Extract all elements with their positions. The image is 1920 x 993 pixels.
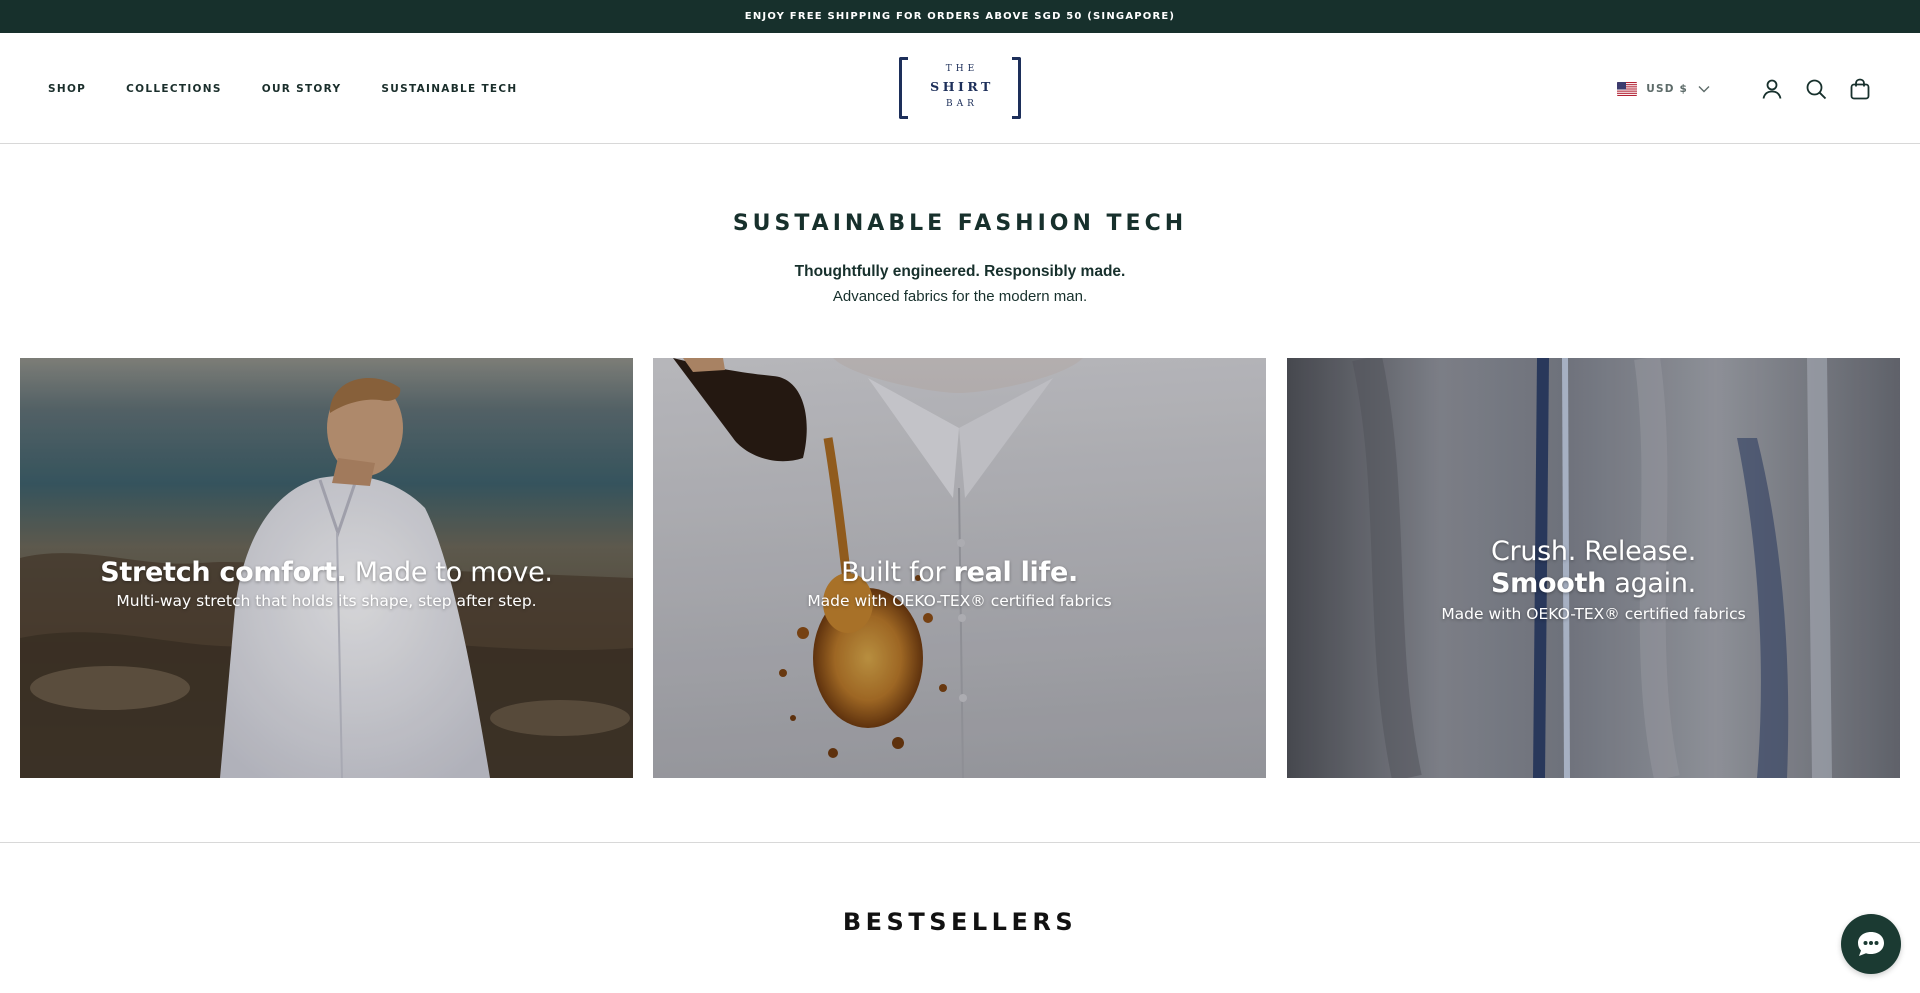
headline-regular: Made to move. bbox=[346, 557, 553, 588]
main-nav: SHOP COLLECTIONS OUR STORY SUSTAINABLE T… bbox=[48, 33, 558, 144]
header-actions: USD $ bbox=[1617, 33, 1872, 144]
logo-line-2: SHIRT bbox=[930, 79, 994, 94]
headline-regular: again. bbox=[1606, 568, 1696, 599]
card-headline: Stretch comfort. Made to move. bbox=[20, 557, 633, 589]
card-caption: Built for real life. Made with OEKO-TEX®… bbox=[653, 557, 1266, 611]
nav-item-shop[interactable]: SHOP bbox=[48, 83, 86, 95]
card-subtext: Multi-way stretch that holds its shape, … bbox=[116, 592, 537, 610]
headline-bold: Smooth bbox=[1491, 568, 1607, 599]
card-subtext: Made with OEKO-TEX® certified fabrics bbox=[1441, 605, 1746, 623]
card-caption: Stretch comfort. Made to move. Multi-way… bbox=[20, 557, 633, 611]
card-headline-line-2: Smooth again. bbox=[1287, 568, 1900, 600]
section-divider bbox=[0, 842, 1920, 843]
feature-card-smooth-again[interactable]: Crush. Release. Smooth again. Made with … bbox=[1287, 358, 1900, 778]
chat-bubble-icon[interactable] bbox=[1841, 914, 1901, 974]
brand-logo[interactable]: THE SHIRT BAR bbox=[899, 57, 1021, 119]
headline-bold: real life. bbox=[953, 557, 1079, 588]
nav-item-collections[interactable]: COLLECTIONS bbox=[126, 83, 222, 95]
feature-card-real-life[interactable]: Built for real life. Made with OEKO-TEX®… bbox=[653, 358, 1266, 778]
page-title: SUSTAINABLE FASHION TECH bbox=[732, 211, 1188, 236]
account-icon[interactable] bbox=[1760, 77, 1784, 101]
site-header: SHOP COLLECTIONS OUR STORY SUSTAINABLE T… bbox=[0, 33, 1920, 144]
chevron-down-icon bbox=[1698, 85, 1710, 92]
announcement-bar: ENJOY FREE SHIPPING FOR ORDERS ABOVE SGD… bbox=[0, 0, 1920, 33]
headline-bold: Stretch comfort. bbox=[100, 557, 347, 588]
card-headline: Built for real life. bbox=[653, 557, 1266, 589]
announcement-text: ENJOY FREE SHIPPING FOR ORDERS ABOVE SGD… bbox=[744, 11, 1176, 22]
nav-item-our-story[interactable]: OUR STORY bbox=[262, 83, 342, 95]
bestsellers-title: BESTSELLERS bbox=[842, 908, 1078, 936]
search-icon[interactable] bbox=[1804, 77, 1828, 101]
card-headline-line-1: Crush. Release. bbox=[1491, 536, 1696, 567]
card-subtext: Made with OEKO-TEX® certified fabrics bbox=[807, 592, 1112, 610]
card-caption: Crush. Release. Smooth again. Made with … bbox=[1287, 536, 1900, 624]
nav-item-sustainable-tech[interactable]: SUSTAINABLE TECH bbox=[381, 83, 517, 95]
tagline: Thoughtfully engineered. Responsibly mad… bbox=[794, 263, 1126, 280]
logo-line-1: THE bbox=[945, 64, 979, 74]
headline-regular: Built for bbox=[841, 557, 954, 588]
logo-line-3: BAR bbox=[946, 99, 978, 109]
feature-card-stretch[interactable]: Stretch comfort. Made to move. Multi-way… bbox=[20, 358, 633, 778]
currency-label: USD $ bbox=[1646, 82, 1688, 95]
bag-icon[interactable] bbox=[1848, 77, 1872, 101]
us-flag-icon bbox=[1617, 81, 1638, 96]
currency-selector[interactable]: USD $ bbox=[1617, 81, 1710, 96]
intro-subtitle: Advanced fabrics for the modern man. bbox=[832, 288, 1088, 305]
